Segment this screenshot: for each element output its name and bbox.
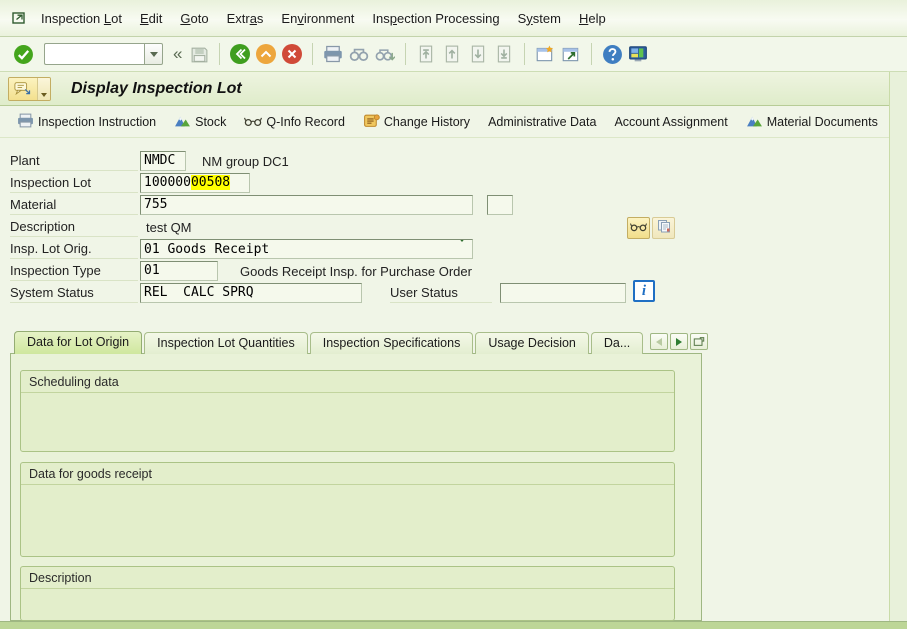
tab-data-truncated[interactable]: Da... bbox=[591, 332, 643, 354]
next-page-icon[interactable] bbox=[466, 42, 490, 66]
menu-help[interactable]: Help bbox=[570, 7, 615, 30]
status-information-button[interactable]: i bbox=[633, 280, 655, 302]
user-status-field[interactable] bbox=[500, 283, 626, 303]
tab-scroll-right-icon[interactable] bbox=[670, 333, 688, 350]
find-next-icon[interactable] bbox=[373, 42, 397, 66]
glasses-icon bbox=[630, 219, 647, 237]
copy-documents-button[interactable] bbox=[652, 217, 675, 239]
cancel-icon[interactable] bbox=[280, 42, 304, 66]
scheduling-data-title: Scheduling data bbox=[21, 371, 674, 393]
administrative-data-button[interactable]: Administrative Data bbox=[479, 110, 605, 134]
command-field[interactable] bbox=[44, 43, 144, 65]
inspection-lot-label: Inspection Lot bbox=[10, 175, 138, 193]
enter-icon[interactable] bbox=[11, 42, 35, 66]
collapse-icon[interactable]: « bbox=[169, 44, 186, 64]
services-for-object-icon bbox=[9, 78, 37, 100]
tab-strip: Data for Lot Origin Inspection Lot Quant… bbox=[14, 331, 645, 354]
inspection-type-text: Goods Receipt Insp. for Purchase Order bbox=[240, 263, 472, 281]
system-menu-icon[interactable] bbox=[6, 6, 32, 30]
menu-edit[interactable]: Edit bbox=[131, 7, 171, 30]
material-description-text: test QM bbox=[146, 219, 192, 237]
tab-usage-decision[interactable]: Usage Decision bbox=[475, 332, 589, 354]
display-material-button[interactable] bbox=[627, 217, 650, 239]
inspection-instruction-button[interactable]: Inspection Instruction bbox=[8, 108, 165, 136]
window-right-edge bbox=[889, 72, 907, 629]
services-for-object-button[interactable] bbox=[8, 77, 51, 101]
menu-inspection-lot[interactable]: Inspection Lot bbox=[32, 7, 131, 30]
scheduling-data-group: Scheduling data bbox=[20, 370, 675, 452]
back-icon[interactable] bbox=[228, 42, 252, 66]
menu-bar: Inspection Lot Edit Goto Extras Environm… bbox=[0, 0, 907, 37]
sap-window: Inspection Lot Edit Goto Extras Environm… bbox=[0, 0, 907, 629]
menu-extras[interactable]: Extras bbox=[218, 7, 273, 30]
scroll-icon bbox=[363, 113, 380, 131]
print-icon[interactable] bbox=[321, 42, 345, 66]
last-page-icon[interactable] bbox=[492, 42, 516, 66]
inspection-type-field[interactable]: 01 bbox=[140, 261, 218, 281]
create-shortcut-icon[interactable] bbox=[559, 42, 583, 66]
plant-field[interactable]: NMDC bbox=[140, 151, 186, 171]
first-page-icon[interactable] bbox=[414, 42, 438, 66]
description-label: Description bbox=[10, 219, 138, 237]
insp-lot-orig-label: Insp. Lot Orig. bbox=[10, 241, 138, 259]
tab-inspection-lot-quantities[interactable]: Inspection Lot Quantities bbox=[144, 332, 308, 354]
goods-receipt-group: Data for goods receipt bbox=[20, 462, 675, 557]
inspection-type-label: Inspection Type bbox=[10, 263, 138, 281]
material-extension-field[interactable] bbox=[487, 195, 513, 215]
standard-toolbar: « bbox=[0, 37, 907, 72]
material-field[interactable]: 755 bbox=[140, 195, 473, 215]
material-label: Material bbox=[10, 197, 138, 215]
tab-scroll-controls bbox=[650, 333, 708, 350]
page-title: Display Inspection Lot bbox=[71, 80, 242, 98]
save-icon[interactable] bbox=[187, 42, 211, 66]
change-history-button[interactable]: Change History bbox=[354, 108, 479, 136]
previous-page-icon[interactable] bbox=[440, 42, 464, 66]
account-assignment-button[interactable]: Account Assignment bbox=[605, 110, 736, 134]
exit-icon[interactable] bbox=[254, 42, 278, 66]
plant-description-text: NM group DC1 bbox=[202, 153, 289, 171]
mountains-icon bbox=[746, 113, 763, 131]
printer-icon bbox=[17, 113, 34, 131]
tab-expand-icon[interactable] bbox=[690, 333, 708, 350]
system-status-label: System Status bbox=[10, 285, 138, 303]
command-field-dropdown-icon[interactable] bbox=[144, 43, 163, 65]
material-documents-button[interactable]: Material Documents bbox=[737, 108, 887, 136]
stock-button[interactable]: Stock bbox=[165, 108, 235, 136]
glasses-icon bbox=[244, 114, 262, 130]
tab-scroll-left-icon[interactable] bbox=[650, 333, 668, 350]
command-field-group bbox=[44, 43, 163, 65]
customize-layout-icon[interactable] bbox=[626, 42, 650, 66]
description-group: Description bbox=[20, 566, 675, 621]
copy-icon bbox=[657, 219, 671, 238]
tab-data-for-lot-origin[interactable]: Data for Lot Origin bbox=[14, 331, 142, 354]
q-info-record-button[interactable]: Q-Info Record bbox=[235, 109, 354, 135]
menu-environment[interactable]: Environment bbox=[272, 7, 363, 30]
insp-lot-orig-dropdown[interactable]: 01 Goods Receipt bbox=[140, 239, 473, 259]
system-status-field[interactable]: REL CALC SPRQ bbox=[140, 283, 362, 303]
menu-goto[interactable]: Goto bbox=[171, 7, 217, 30]
mountains-icon bbox=[174, 113, 191, 131]
menu-system[interactable]: System bbox=[509, 7, 570, 30]
goods-receipt-title: Data for goods receipt bbox=[21, 463, 674, 485]
new-session-icon[interactable] bbox=[533, 42, 557, 66]
inspection-lot-field[interactable]: 10000000508 bbox=[140, 173, 250, 193]
highlighted-lot-digits: 00508 bbox=[191, 175, 230, 190]
window-bottom-edge bbox=[0, 621, 907, 629]
services-dropdown-icon[interactable] bbox=[37, 78, 50, 100]
title-bar: Display Inspection Lot bbox=[0, 72, 907, 106]
user-status-label: User Status bbox=[390, 285, 492, 303]
description-group-title: Description bbox=[21, 567, 674, 589]
menu-inspection-processing[interactable]: Inspection Processing bbox=[363, 7, 508, 30]
help-icon[interactable] bbox=[600, 42, 624, 66]
dropdown-arrow-icon[interactable] bbox=[457, 241, 467, 258]
application-toolbar: Inspection Instruction Stock Q-Info Reco… bbox=[0, 106, 907, 138]
plant-label: Plant bbox=[10, 153, 138, 171]
info-icon: i bbox=[642, 283, 646, 300]
tab-inspection-specifications[interactable]: Inspection Specifications bbox=[310, 332, 474, 354]
find-icon[interactable] bbox=[347, 42, 371, 66]
